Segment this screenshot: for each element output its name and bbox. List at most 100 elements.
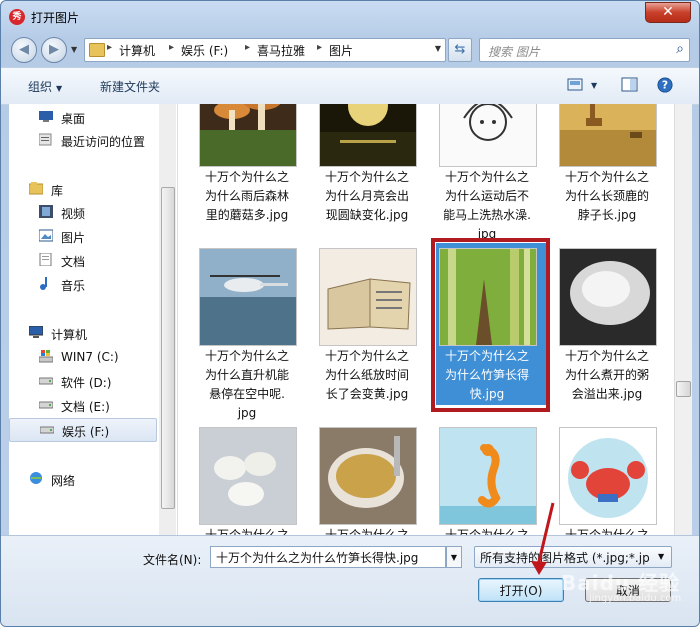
breadcrumb-separator-icon[interactable]: ▸	[317, 42, 322, 53]
sidebar-item-network[interactable]: 网络	[9, 468, 175, 490]
help-icon[interactable]: ?	[656, 77, 674, 93]
search-input[interactable]: 搜索 图片 ⌕	[479, 38, 690, 62]
breadcrumb-computer[interactable]: 计算机	[119, 42, 155, 59]
highlight-annotation-frame	[431, 238, 550, 412]
preview-pane-icon[interactable]	[621, 77, 639, 93]
breadcrumb-separator-icon[interactable]: ▸	[107, 42, 112, 53]
file-thumbnail-girl-sketch	[439, 104, 537, 167]
forward-button[interactable]: ▶	[41, 37, 67, 63]
sidebar-item-label: 库	[51, 184, 64, 198]
navigation-scrollbar-thumb[interactable]	[161, 187, 175, 509]
windows-drive-icon	[39, 350, 53, 363]
breadcrumb-folder[interactable]: 喜马拉雅	[257, 42, 305, 59]
breadcrumb-separator-icon[interactable]: ▸	[169, 42, 174, 53]
navigation-pane: 桌面 最近访问的位置 库 视频 图片 文档 音乐 计算机 WIN7 (C:) 软…	[9, 104, 178, 535]
sidebar-item-pictures[interactable]: 图片	[9, 225, 175, 247]
address-row: ◀ ▶ ▼ ▸ 计算机 ▸ 娱乐 (F:) ▸ 喜马拉雅 ▸ 图片 ▼ ⇆ 搜索…	[1, 31, 699, 67]
organize-button[interactable]: 组织 ▼	[28, 78, 62, 95]
file-thumbnail-dumplings	[199, 427, 297, 525]
address-bar[interactable]: ▸ 计算机 ▸ 娱乐 (F:) ▸ 喜马拉雅 ▸ 图片 ▼	[84, 38, 446, 62]
computer-icon	[29, 326, 43, 338]
file-name: 十万个为什么之	[204, 528, 289, 535]
refresh-button[interactable]: ⇆	[448, 38, 472, 62]
recent-locations-dropdown[interactable]: ▼	[71, 45, 77, 54]
sidebar-item-drive-d[interactable]: 软件 (D:)	[9, 370, 175, 392]
pictures-icon	[39, 229, 53, 242]
folder-icon	[89, 43, 105, 57]
search-placeholder: 搜索 图片	[488, 45, 540, 59]
breadcrumb-separator-icon[interactable]: ▸	[245, 42, 250, 53]
recent-places-icon	[39, 133, 52, 146]
sidebar-item-label: 网络	[51, 474, 76, 488]
sidebar-item-drive-c[interactable]: WIN7 (C:)	[9, 346, 175, 368]
file-type-dropdown-icon[interactable]: ▼	[658, 552, 664, 561]
file-thumbnail-giraffe	[559, 104, 657, 167]
sidebar-item-music[interactable]: 音乐	[9, 273, 175, 295]
forward-arrow-icon: ▶	[49, 42, 59, 57]
file-name: 十万个为什么之	[444, 528, 529, 535]
back-arrow-icon: ◀	[19, 42, 29, 57]
view-options-icon[interactable]	[567, 77, 585, 93]
new-folder-button[interactable]: 新建文件夹	[100, 78, 160, 95]
file-name: 十万个为什么之 为什么雨后森林 里的蘑菇多.jpg	[204, 170, 289, 222]
sidebar-item-label: 桌面	[61, 112, 86, 126]
video-icon	[39, 205, 53, 218]
file-type-select[interactable]: 所有支持的图片格式 (*.jpg;*.jp	[474, 546, 672, 568]
desktop-icon	[39, 111, 53, 122]
open-button[interactable]: 打开(O)	[478, 578, 564, 602]
file-name: 十万个为什么之 为什么月亮会出 现圆缺变化.jpg	[324, 170, 409, 222]
sidebar-item-label: 软件 (D:)	[61, 376, 112, 390]
drive-icon	[39, 401, 53, 409]
file-thumbnail-old-book	[319, 248, 417, 346]
breadcrumb-current[interactable]: 图片	[329, 42, 353, 59]
app-icon: 秀	[9, 9, 25, 25]
file-thumbnail-soup	[319, 427, 417, 525]
sidebar-item-label: 音乐	[61, 279, 86, 293]
file-name: 十万个为什么之 为什么煮开的粥 会溢出来.jpg	[564, 349, 649, 401]
file-thumbnail-crab	[559, 427, 657, 525]
sidebar-item-videos[interactable]: 视频	[9, 201, 175, 223]
sidebar-item-recent-places[interactable]: 最近访问的位置	[9, 129, 175, 151]
sidebar-item-label: WIN7 (C:)	[61, 350, 119, 364]
file-name: 十万个为什么之 为什么纸放时间 长了会变黄.jpg	[324, 349, 409, 401]
file-thumbnail-seahorse	[439, 427, 537, 525]
sidebar-item-libraries[interactable]: 库	[9, 178, 175, 200]
drive-icon	[40, 426, 54, 434]
drive-icon	[39, 377, 53, 385]
sidebar-item-label: 图片	[61, 231, 86, 245]
sidebar-item-label: 文档	[61, 255, 86, 269]
address-dropdown-icon[interactable]: ▼	[435, 44, 441, 53]
filename-input[interactable]: 十万个为什么之为什么竹笋长得快.jpg	[210, 546, 446, 568]
svg-text:?: ?	[662, 79, 668, 92]
baidu-watermark: Baidu 经验	[561, 571, 681, 595]
file-thumbnail-porridge	[559, 248, 657, 346]
file-name: 十万个为什么之	[324, 528, 409, 535]
file-name: 十万个为什么之 为什么长颈鹿的 脖子长.jpg	[564, 170, 649, 222]
title-bar[interactable]: 秀 打开图片 ✕	[1, 1, 699, 31]
file-thumbnail-mushrooms	[199, 104, 297, 167]
sidebar-item-desktop[interactable]: 桌面	[9, 106, 175, 128]
search-icon[interactable]: ⌕	[676, 41, 684, 57]
baidu-watermark-url: jingyan.baidu.com	[589, 593, 682, 604]
file-name: 十万个为什么之	[564, 528, 649, 535]
music-icon	[40, 277, 47, 290]
library-icon	[29, 182, 43, 195]
filename-dropdown-icon[interactable]: ▼	[446, 546, 462, 568]
open-image-dialog: 秀 打开图片 ✕ ◀ ▶ ▼ ▸ 计算机 ▸ 娱乐 (F:) ▸ 喜马拉雅 ▸ …	[0, 0, 700, 627]
sidebar-item-computer[interactable]: 计算机	[9, 322, 175, 344]
sidebar-item-documents[interactable]: 文档	[9, 249, 175, 271]
file-list-scrollbar-thumb[interactable]	[676, 381, 691, 397]
file-list-scrollbar[interactable]	[674, 104, 692, 535]
sidebar-item-drive-e[interactable]: 文档 (E:)	[9, 394, 175, 416]
breadcrumb-drive[interactable]: 娱乐 (F:)	[181, 42, 228, 59]
sidebar-item-drive-f[interactable]: 娱乐 (F:)	[9, 418, 157, 442]
sidebar-item-label: 视频	[61, 207, 86, 221]
refresh-icon: ⇆	[454, 42, 466, 57]
close-button[interactable]: ✕	[645, 2, 691, 23]
view-dropdown-icon[interactable]: ▼	[591, 81, 597, 90]
close-icon: ✕	[662, 4, 674, 20]
back-button[interactable]: ◀	[11, 37, 37, 63]
sidebar-item-label: 最近访问的位置	[61, 135, 146, 149]
command-toolbar: 组织 ▼ 新建文件夹 ▼ ?	[1, 67, 699, 105]
file-name: 十万个为什么之 为什么运动后不 能马上洗热水澡. jpg	[443, 170, 531, 241]
